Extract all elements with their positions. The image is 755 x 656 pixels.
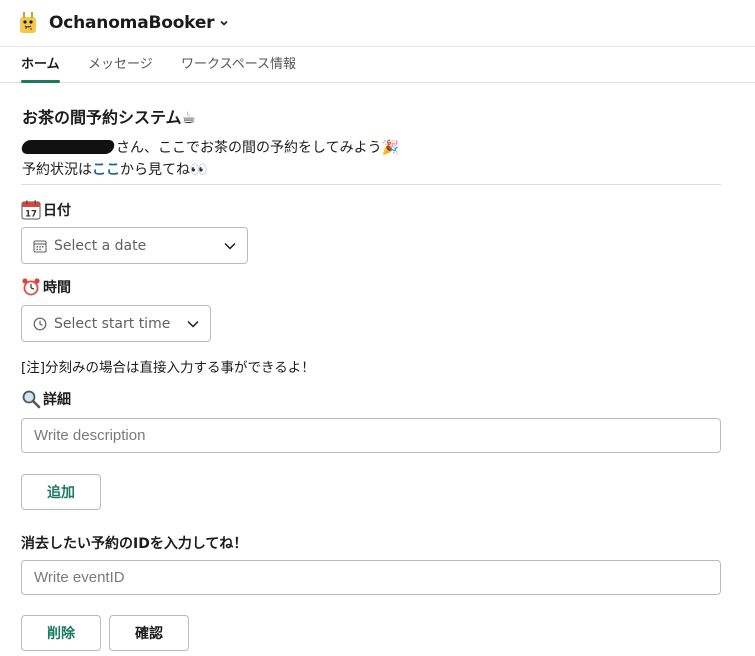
chevron-down-icon bbox=[224, 242, 236, 250]
minute-input-note: [注]分刻みの場合は直接入力する事ができるよ！ bbox=[21, 360, 315, 376]
status-link[interactable]: ここ bbox=[92, 162, 120, 178]
confirm-button[interactable]: 確認 bbox=[109, 615, 189, 651]
date-placeholder: Select a date bbox=[54, 237, 147, 254]
redacted-username bbox=[20, 140, 116, 154]
chevron-down-icon[interactable] bbox=[219, 18, 229, 28]
time-picker[interactable]: Select start time bbox=[21, 305, 211, 342]
giraffe-app-icon bbox=[20, 12, 36, 33]
divider bbox=[21, 184, 721, 185]
time-label: 時間 bbox=[21, 277, 71, 297]
date-picker[interactable]: Select a date bbox=[21, 227, 248, 264]
status-suffix: から見てね👀 bbox=[120, 162, 208, 178]
chevron-down-icon bbox=[187, 320, 199, 328]
greeting: さん、ここでお茶の間の予約をしてみよう🎉 bbox=[20, 137, 400, 157]
delete-button[interactable]: 削除 bbox=[21, 615, 101, 651]
event-id-input[interactable] bbox=[21, 560, 721, 595]
detail-label: 詳細 bbox=[21, 389, 71, 409]
date-label: 17 日付 bbox=[21, 200, 71, 220]
time-label-text: 時間 bbox=[43, 280, 71, 296]
description-input[interactable] bbox=[21, 418, 721, 453]
greeting-text: さん、ここでお茶の間の予約をしてみよう🎉 bbox=[116, 140, 400, 156]
clock-icon bbox=[33, 317, 47, 330]
calendar-icon: 17 bbox=[21, 200, 41, 220]
app-header: OchanomaBooker bbox=[0, 0, 755, 47]
active-tab-indicator bbox=[21, 80, 60, 83]
app-name[interactable]: OchanomaBooker bbox=[49, 13, 215, 33]
detail-label-text: 詳細 bbox=[43, 392, 71, 408]
add-button[interactable]: 追加 bbox=[21, 474, 101, 510]
tab-messages[interactable]: メッセージ bbox=[88, 47, 153, 83]
tab-home[interactable]: ホーム bbox=[21, 47, 60, 83]
delete-id-label: 消去したい予約のIDを入力してね！ bbox=[21, 536, 248, 552]
time-placeholder: Select start time bbox=[54, 315, 171, 332]
status-line: 予約状況はここから見てね👀 bbox=[22, 159, 207, 179]
status-prefix: 予約状況は bbox=[22, 162, 92, 178]
calendar-small-icon bbox=[33, 239, 47, 253]
tab-bar: ホーム メッセージ ワークスペース情報 bbox=[0, 47, 755, 83]
alarm-clock-icon bbox=[22, 278, 40, 296]
page-title: お茶の間予約システム☕ bbox=[22, 108, 196, 127]
magnifier-icon bbox=[22, 390, 41, 409]
svg-text:17: 17 bbox=[25, 210, 37, 220]
date-label-text: 日付 bbox=[43, 203, 71, 219]
tab-workspace-info[interactable]: ワークスペース情報 bbox=[181, 47, 296, 83]
